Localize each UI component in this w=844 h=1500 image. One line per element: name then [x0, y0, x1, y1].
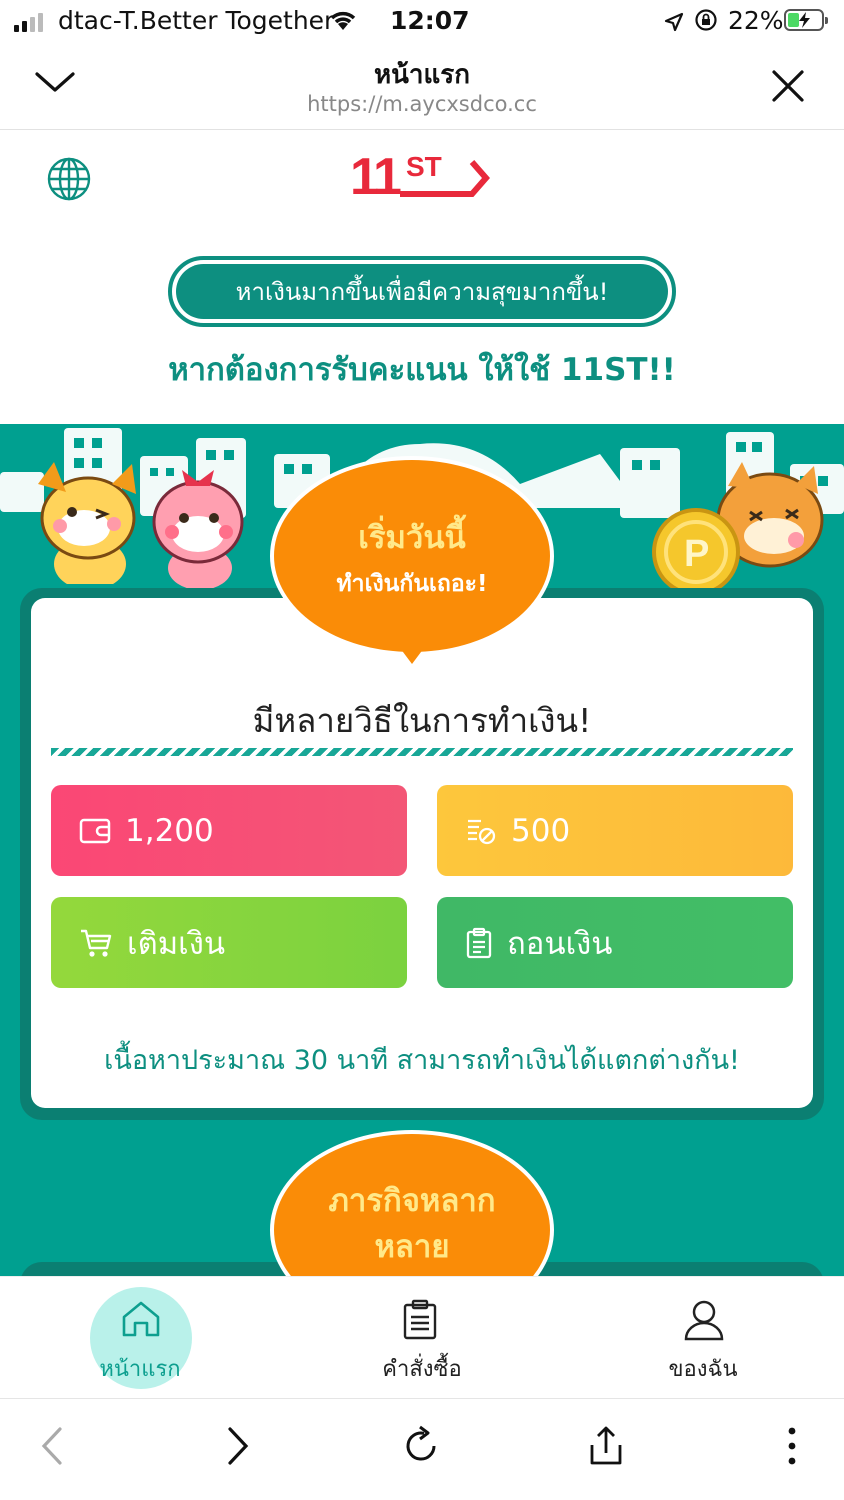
logo-letters: ST — [406, 151, 442, 182]
promo-banner: หาเงินมากขึ้นเพื่อมีความสุขมากขึ้น! — [168, 256, 676, 327]
bubble-tail — [400, 648, 424, 664]
wifi-icon — [328, 8, 358, 38]
missions-bubble-title: ภารกิจหลากหลาย — [328, 1183, 496, 1265]
svg-text:P: P — [684, 533, 709, 575]
more-icon[interactable] — [784, 1425, 800, 1471]
points-value: 500 — [511, 812, 571, 849]
carrier-name: dtac-T.Better Together — [58, 6, 335, 35]
coins-icon — [468, 819, 496, 844]
divider — [51, 748, 793, 756]
squirrel-character-yellow — [38, 462, 136, 584]
withdraw-button[interactable]: ถอนเงิน — [437, 897, 793, 988]
balance-value: 1,200 — [125, 812, 214, 849]
card-note: เนื้อหาประมาณ 30 นาที สามารถทำเงินได้แตก… — [104, 1045, 740, 1076]
battery-icon — [784, 9, 828, 31]
promo-subtitle: หากต้องการรับคะแนน ให้ใช้ 11ST!! — [168, 352, 676, 388]
clock: 12:07 — [390, 6, 470, 35]
nav-me[interactable]: ของฉัน — [603, 1277, 803, 1399]
clipboard-list-icon — [403, 1299, 437, 1340]
status-bar: dtac-T.Better Together 12:07 22% — [0, 0, 844, 44]
page-url[interactable]: https://m.aycxsdco.cc — [0, 92, 844, 116]
deposit-label: เติมเงิน — [127, 925, 226, 962]
bubble-title: เริ่มวันนี้ — [358, 520, 466, 556]
page-title: หน้าแรก — [374, 60, 470, 90]
battery-percent: 22% — [728, 6, 784, 35]
withdraw-label: ถอนเงิน — [507, 925, 613, 962]
promo-banner-text: หาเงินมากขึ้นเพื่อมีความสุขมากขึ้น! — [176, 264, 668, 319]
deposit-button[interactable]: เติมเงิน — [51, 897, 407, 988]
home-icon — [122, 1301, 160, 1337]
bottom-nav: หน้าแรก คำสั่งซื้อ ของฉัน — [0, 1276, 844, 1398]
nav-home[interactable]: หน้าแรก — [40, 1277, 240, 1399]
points-button[interactable]: 500 — [437, 785, 793, 876]
clipboard-icon — [466, 927, 492, 958]
nav-orders[interactable]: คำสั่งซื้อ — [322, 1277, 522, 1399]
globe-icon[interactable] — [46, 156, 92, 206]
signal-icon — [14, 12, 43, 32]
nav-home-label: หน้าแรก — [99, 1357, 181, 1382]
squirrel-character-with-coin: P — [652, 462, 824, 590]
back-icon[interactable] — [38, 1425, 68, 1471]
reload-icon[interactable] — [400, 1425, 442, 1471]
balance-button[interactable]: 1,200 — [51, 785, 407, 876]
earn-methods-card: มีหลายวิธีในการทำเงิน! 1,200 500 เติมเงิ… — [31, 598, 813, 1108]
location-icon — [664, 9, 684, 38]
rotation-lock-icon — [694, 8, 718, 38]
nav-orders-label: คำสั่งซื้อ — [382, 1357, 462, 1382]
squirrel-character-pink — [152, 470, 244, 588]
share-icon[interactable] — [586, 1425, 626, 1471]
nav-me-label: ของฉัน — [668, 1357, 738, 1382]
bubble-subtitle: ทำเงินกันเถอะ! — [336, 571, 488, 597]
start-today-bubble: เริ่มวันนี้ ทำเงินกันเถอะ! — [270, 456, 554, 656]
browser-toolbar — [0, 1398, 844, 1500]
cart-icon — [81, 929, 112, 957]
wallet-icon — [79, 818, 111, 843]
close-icon[interactable] — [770, 68, 806, 108]
card-title: มีหลายวิธีในการทำเงิน! — [252, 701, 592, 740]
site-logo[interactable]: 11 ST — [350, 150, 492, 204]
browser-header: หน้าแรก https://m.aycxsdco.cc — [0, 44, 844, 130]
user-icon — [684, 1300, 724, 1341]
logo-number: 11 — [350, 148, 402, 206]
forward-icon[interactable] — [222, 1425, 252, 1471]
